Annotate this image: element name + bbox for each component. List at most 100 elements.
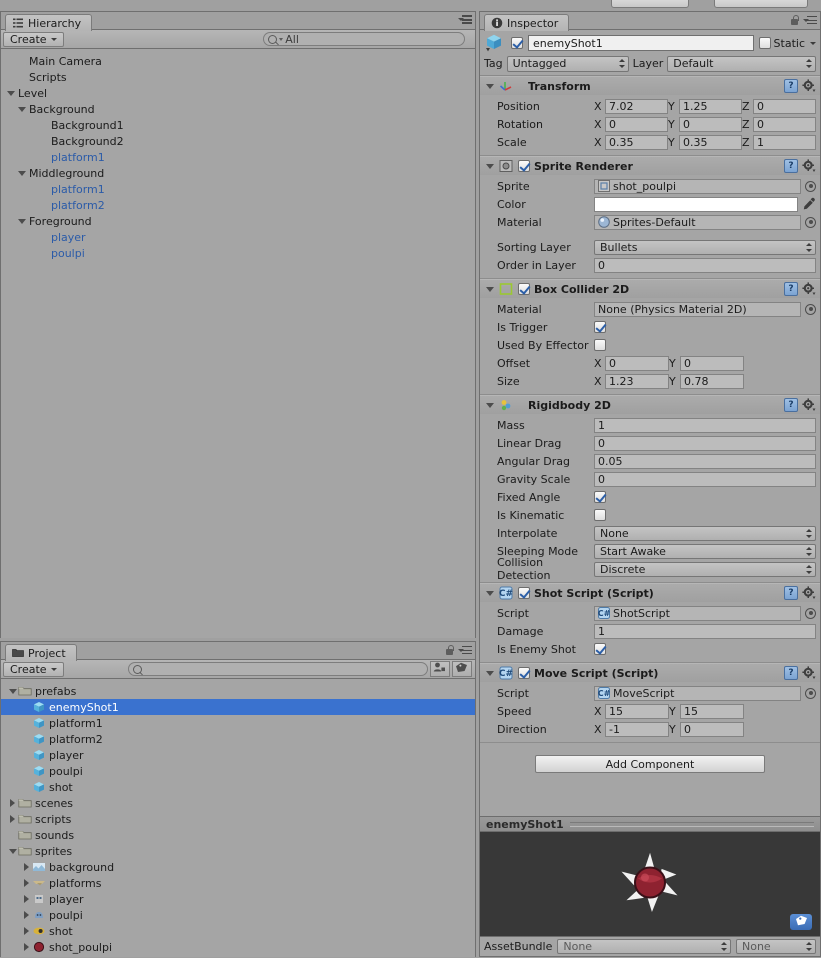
project-item[interactable]: sounds [1, 827, 475, 843]
object-reference-field[interactable]: C# MoveScript [594, 685, 801, 701]
help-icon[interactable]: ? [784, 282, 798, 296]
text-input[interactable]: 0 [594, 257, 816, 273]
hierarchy-item[interactable]: poulpi [1, 245, 475, 261]
hierarchy-item[interactable]: Middleground [1, 165, 475, 181]
hierarchy-item[interactable]: Background1 [1, 117, 475, 133]
project-menu-icon[interactable] [458, 645, 472, 656]
axis-input-x[interactable]: 1.23 [605, 373, 669, 389]
component-enabled-checkbox[interactable] [518, 667, 530, 679]
project-item[interactable]: shot_poulpi [1, 939, 475, 955]
axis-input-y[interactable]: 15 [680, 703, 744, 719]
hierarchy-item[interactable]: platform1 [1, 181, 475, 197]
object-picker-icon[interactable] [805, 303, 816, 315]
project-tree[interactable]: prefabs enemyShot1 platform1 platform2 p… [1, 679, 475, 957]
color-swatch[interactable] [594, 196, 798, 212]
hierarchy-create-button[interactable]: Create [3, 31, 64, 47]
text-input[interactable]: 0 [594, 471, 816, 487]
hierarchy-item[interactable]: platform1 [1, 149, 475, 165]
layer-dropdown[interactable]: Default [667, 55, 816, 72]
component-enabled-checkbox[interactable] [518, 283, 530, 295]
dropdown[interactable]: Bullets [594, 239, 816, 255]
project-search[interactable] [127, 662, 428, 676]
gameobject-name-field[interactable]: enemyShot1 [528, 35, 754, 51]
expand-arrow-right-icon[interactable] [21, 943, 32, 951]
hierarchy-item[interactable]: Foreground [1, 213, 475, 229]
lock-icon[interactable] [445, 645, 454, 656]
property-checkbox[interactable] [594, 509, 606, 521]
static-checkbox[interactable] [758, 37, 771, 49]
top-toolbar-remnant-right[interactable] [714, 0, 808, 8]
object-reference-field[interactable]: None (Physics Material 2D) [594, 301, 801, 317]
project-item[interactable]: scenes [1, 795, 475, 811]
component-header[interactable]: Rigidbody 2D ? [480, 395, 820, 414]
dropdown[interactable]: Start Awake [594, 543, 816, 559]
expand-arrow-down-icon[interactable] [16, 106, 27, 112]
property-checkbox[interactable] [594, 321, 606, 333]
project-item[interactable]: player [1, 891, 475, 907]
expand-arrow-down-icon[interactable] [16, 170, 27, 176]
top-toolbar-remnant-left[interactable] [611, 0, 689, 8]
property-checkbox[interactable] [594, 643, 606, 655]
component-enabled-checkbox[interactable] [518, 160, 530, 172]
gear-icon[interactable] [802, 586, 816, 600]
project-item[interactable]: platforms [1, 875, 475, 891]
project-item[interactable]: scripts [1, 811, 475, 827]
object-reference-field[interactable]: shot_poulpi [594, 178, 801, 194]
object-picker-icon[interactable] [805, 687, 816, 699]
component-enabled-checkbox[interactable] [518, 587, 530, 599]
search-filter-chevron-icon[interactable] [279, 37, 284, 41]
axis-input-y[interactable]: 0 [679, 116, 742, 132]
preview-drag-handle[interactable] [569, 821, 814, 827]
axis-input-y[interactable]: 0.78 [680, 373, 744, 389]
text-input[interactable]: 0.05 [594, 453, 816, 469]
component-foldout-icon[interactable] [484, 402, 495, 408]
inspector-menu-icon[interactable] [803, 15, 817, 26]
hierarchy-item[interactable]: Main Camera [1, 53, 475, 69]
asset-bundle-variant-dropdown[interactable]: None [736, 939, 816, 954]
project-create-button[interactable]: Create [3, 661, 64, 677]
axis-input-x[interactable]: 0 [605, 355, 669, 371]
object-reference-field[interactable]: C# ShotScript [594, 605, 801, 621]
component-header[interactable]: Transform ? [480, 76, 820, 95]
help-icon[interactable]: ? [784, 666, 798, 680]
property-checkbox[interactable] [594, 491, 606, 503]
project-item[interactable]: poulpi [1, 763, 475, 779]
expand-arrow-down-icon[interactable] [16, 218, 27, 224]
component-header[interactable]: C# Move Script (Script) ? [480, 663, 820, 682]
tab-inspector[interactable]: Inspector [484, 14, 570, 31]
project-item[interactable]: background [1, 859, 475, 875]
tab-hierarchy[interactable]: Hierarchy [5, 14, 93, 31]
component-header[interactable]: Sprite Renderer ? [480, 156, 820, 175]
hierarchy-menu-icon[interactable] [458, 15, 472, 25]
object-reference-field[interactable]: Sprites-Default [594, 214, 801, 230]
gear-icon[interactable] [802, 398, 816, 412]
tab-project[interactable]: Project [5, 644, 77, 661]
axis-input-x[interactable]: -1 [605, 721, 669, 737]
hierarchy-tree[interactable]: Main Camera Scripts Level Background Backgro… [1, 49, 475, 638]
gear-icon[interactable] [802, 79, 816, 93]
hierarchy-item[interactable]: player [1, 229, 475, 245]
hierarchy-item[interactable]: Background [1, 101, 475, 117]
axis-input-y[interactable]: 0 [680, 355, 744, 371]
dropdown[interactable]: None [594, 525, 816, 541]
project-item[interactable]: shot [1, 923, 475, 939]
add-component-button[interactable]: Add Component [535, 755, 765, 773]
hierarchy-item[interactable]: Level [1, 85, 475, 101]
object-picker-icon[interactable] [805, 180, 816, 192]
axis-input-x[interactable]: 7.02 [605, 98, 668, 114]
gameobject-enabled-checkbox[interactable] [511, 37, 523, 49]
hierarchy-search[interactable] [263, 32, 465, 46]
hierarchy-item[interactable]: Background2 [1, 133, 475, 149]
project-item[interactable]: prefabs [1, 683, 475, 699]
expand-arrow-right-icon[interactable] [7, 815, 18, 823]
help-icon[interactable]: ? [784, 586, 798, 600]
object-picker-icon[interactable] [805, 216, 816, 228]
hierarchy-search-input[interactable] [285, 32, 464, 46]
project-item[interactable]: poulpi [1, 907, 475, 923]
expand-arrow-right-icon[interactable] [21, 895, 32, 903]
text-input[interactable]: 0 [594, 435, 816, 451]
axis-input-x[interactable]: 15 [605, 703, 669, 719]
hierarchy-item[interactable]: platform2 [1, 197, 475, 213]
static-chevron-down-icon[interactable] [810, 41, 816, 45]
expand-arrow-right-icon[interactable] [21, 863, 32, 871]
